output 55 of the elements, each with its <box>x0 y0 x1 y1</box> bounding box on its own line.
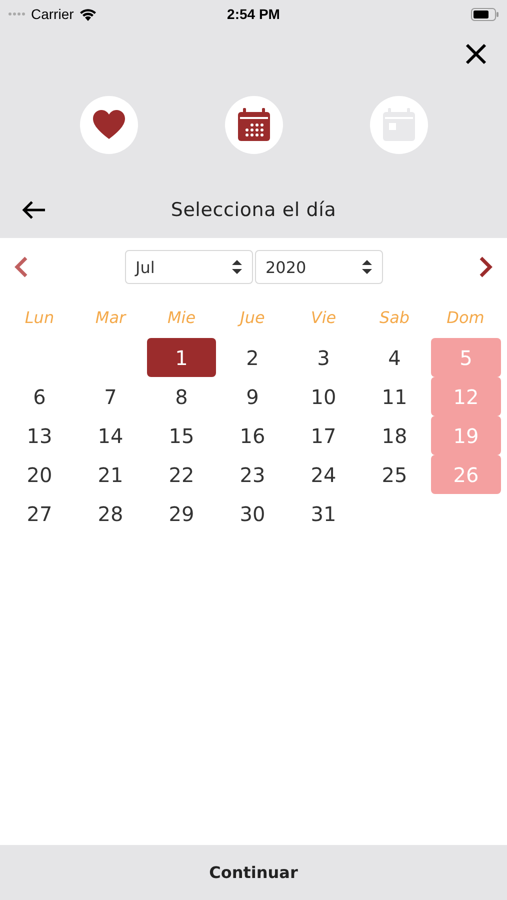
sort-icon <box>232 260 242 274</box>
calendar-day[interactable]: 20 <box>4 455 75 494</box>
calendar-day[interactable]: 23 <box>217 455 288 494</box>
calendar-day[interactable]: 28 <box>75 494 146 533</box>
screen-title: Selecciona el día <box>170 199 336 221</box>
weekday-label: Mar <box>94 306 128 328</box>
calendar-day[interactable]: 21 <box>75 455 146 494</box>
calendar-day[interactable]: 27 <box>4 494 75 533</box>
back-arrow-icon <box>22 201 46 219</box>
calendar-day[interactable]: 9 <box>217 377 288 416</box>
weekday-label: Vie <box>310 306 338 328</box>
weekday-label: Mie <box>166 306 197 328</box>
calendar-day[interactable]: 7 <box>75 377 146 416</box>
calendar-day[interactable]: 16 <box>217 416 288 455</box>
calendar-day[interactable]: 25 <box>359 455 430 494</box>
weekday-label: Dom <box>446 306 486 328</box>
calendar-day[interactable]: 3 <box>288 338 359 377</box>
chevron-left-icon <box>14 256 28 278</box>
back-button[interactable] <box>22 201 46 219</box>
heart-icon <box>92 110 124 140</box>
weekday-label: Lun <box>24 306 56 328</box>
signal-icon <box>8 12 26 16</box>
year-select[interactable]: 2020 <box>254 250 382 284</box>
calendar-day[interactable]: 24 <box>288 455 359 494</box>
close-button[interactable] <box>465 43 487 65</box>
carrier-name: Carrier <box>31 6 74 22</box>
calendar-day[interactable]: 18 <box>359 416 430 455</box>
calendar-day[interactable]: 13 <box>4 416 75 455</box>
calendar-day[interactable]: 30 <box>217 494 288 533</box>
close-icon <box>465 43 487 65</box>
calendar-day[interactable]: 4 <box>359 338 430 377</box>
sort-icon <box>362 260 372 274</box>
month-select[interactable]: Jul <box>124 250 252 284</box>
calendar-day[interactable]: 15 <box>146 416 217 455</box>
calendar-day[interactable]: 10 <box>288 377 359 416</box>
chevron-right-icon <box>479 256 493 278</box>
calendar-day[interactable]: 22 <box>146 455 217 494</box>
clock-time: 2:54 PM <box>226 6 281 22</box>
calendar-day[interactable]: 14 <box>75 416 146 455</box>
calendar-day[interactable]: 17 <box>288 416 359 455</box>
calendar-day[interactable]: 6 <box>4 377 75 416</box>
calendar-day[interactable]: 2 <box>217 338 288 377</box>
next-month-button[interactable] <box>479 256 493 278</box>
calendar-icon <box>236 108 270 142</box>
battery-icon <box>471 8 500 20</box>
calendar-day[interactable]: 8 <box>146 377 217 416</box>
weekday-label: Jue <box>217 296 288 338</box>
continue-button[interactable]: Continuar <box>0 845 507 900</box>
wifi-icon <box>78 8 97 20</box>
calendar-day[interactable]: 1 <box>147 338 216 377</box>
previous-month-button[interactable] <box>14 256 28 278</box>
weekday-label: Sab <box>378 306 411 328</box>
calendar-day[interactable]: 31 <box>288 494 359 533</box>
calendar-day[interactable]: 29 <box>146 494 217 533</box>
calendar-day[interactable]: 11 <box>359 377 430 416</box>
